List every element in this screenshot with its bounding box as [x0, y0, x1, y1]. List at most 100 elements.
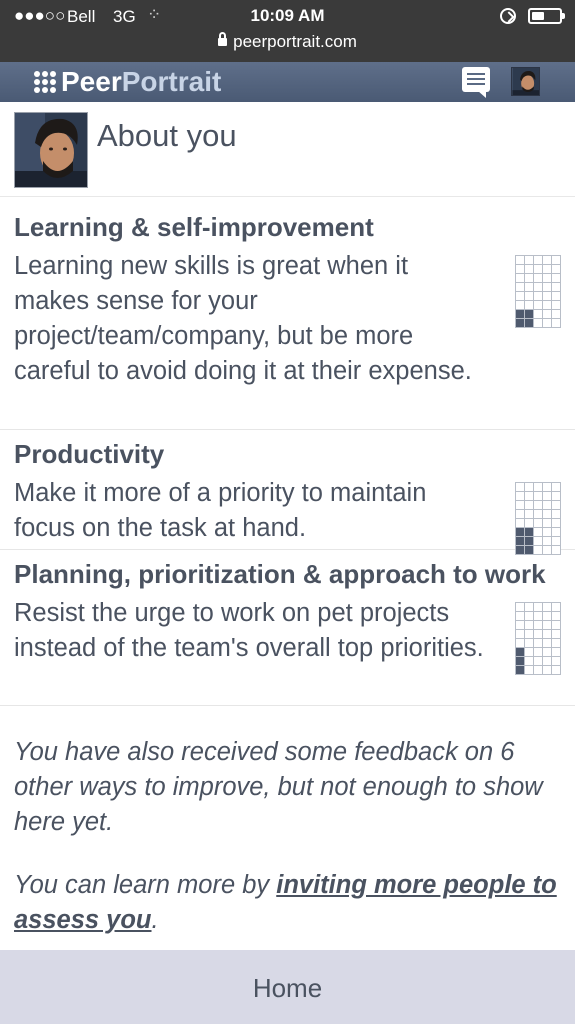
grid-cell — [525, 648, 533, 656]
learn-more-suffix: . — [151, 906, 159, 934]
grid-cell — [516, 666, 524, 674]
grid-cell — [552, 301, 560, 309]
improvement-title: Learning & self-improvement — [14, 212, 374, 242]
grid-cell — [516, 274, 524, 282]
grid-cell — [525, 612, 533, 620]
grid-cell — [534, 301, 542, 309]
improvement-item: Learning & self-improvement Learning new… — [0, 197, 575, 430]
brand-name: PeerPortrait — [61, 66, 221, 98]
battery-level — [532, 12, 544, 20]
grid-cell — [543, 519, 551, 527]
grid-cell — [525, 621, 533, 629]
grid-cell — [525, 292, 533, 300]
grid-cell — [516, 501, 524, 509]
bottom-nav: Home — [0, 950, 575, 1024]
grid-cell — [552, 283, 560, 291]
grid-cell — [534, 630, 542, 638]
grid-cell — [552, 639, 560, 647]
grid-cell — [543, 639, 551, 647]
app-header: PeerPortrait — [0, 62, 575, 102]
grid-cell — [525, 274, 533, 282]
address-bar[interactable]: peerportrait.com — [0, 32, 575, 52]
grid-cell — [525, 657, 533, 665]
grid-cell — [552, 630, 560, 638]
score-grid-icon — [515, 602, 561, 675]
brand-peer: Peer — [61, 66, 122, 97]
grid-cell — [525, 283, 533, 291]
grid-cell — [525, 319, 533, 327]
home-link[interactable]: Home — [0, 950, 575, 1024]
grid-cell — [525, 519, 533, 527]
messages-icon[interactable] — [462, 67, 490, 98]
grid-cell — [552, 501, 560, 509]
grid-cell — [552, 274, 560, 282]
grid-cell — [516, 301, 524, 309]
grid-cell — [552, 528, 560, 536]
grid-cell — [534, 621, 542, 629]
grid-cell — [516, 603, 524, 611]
grid-cell — [543, 657, 551, 665]
grid-cell — [543, 265, 551, 273]
grid-cell — [525, 301, 533, 309]
grid-cell — [534, 537, 542, 545]
grid-cell — [516, 519, 524, 527]
grid-cell — [552, 519, 560, 527]
logo-dots-icon — [34, 71, 56, 93]
brand-portrait: Portrait — [121, 66, 222, 97]
grid-cell — [516, 292, 524, 300]
grid-cell — [543, 630, 551, 638]
grid-cell — [543, 301, 551, 309]
grid-cell — [534, 639, 542, 647]
grid-cell — [543, 537, 551, 545]
grid-cell — [534, 501, 542, 509]
grid-cell — [552, 657, 560, 665]
learn-more-prefix: You can learn more by — [14, 871, 277, 899]
improvement-title: Productivity — [14, 439, 165, 469]
learn-more-note: You can learn more by inviting more peop… — [14, 868, 564, 938]
url-text: peerportrait.com — [233, 32, 357, 51]
grid-cell — [525, 256, 533, 264]
header-avatar[interactable] — [511, 67, 540, 96]
grid-cell — [525, 603, 533, 611]
grid-cell — [534, 519, 542, 527]
grid-cell — [534, 648, 542, 656]
profile-photo — [14, 112, 88, 188]
grid-cell — [525, 483, 533, 491]
grid-cell — [552, 492, 560, 500]
improvement-text: Make it more of a priority to maintain f… — [14, 479, 427, 542]
grid-cell — [543, 501, 551, 509]
about-header: About you — [0, 102, 575, 197]
grid-cell — [543, 621, 551, 629]
grid-cell — [516, 639, 524, 647]
grid-cell — [525, 501, 533, 509]
grid-cell — [552, 648, 560, 656]
grid-cell — [534, 612, 542, 620]
grid-cell — [552, 537, 560, 545]
grid-cell — [534, 483, 542, 491]
grid-cell — [534, 603, 542, 611]
grid-cell — [516, 283, 524, 291]
grid-cell — [543, 256, 551, 264]
grid-cell — [543, 666, 551, 674]
status-bar: ●●●○○ Bell 3G ⁘ 10:09 AM peerportrait.co… — [0, 0, 575, 62]
grid-cell — [516, 528, 524, 536]
grid-cell — [516, 310, 524, 318]
grid-cell — [552, 621, 560, 629]
grid-cell — [525, 666, 533, 674]
improvement-text: Learning new skills is great when it mak… — [14, 252, 472, 385]
grid-cell — [516, 510, 524, 518]
score-grid-icon — [515, 255, 561, 328]
grid-cell — [543, 528, 551, 536]
grid-cell — [543, 310, 551, 318]
grid-cell — [534, 510, 542, 518]
grid-cell — [543, 283, 551, 291]
grid-cell — [516, 483, 524, 491]
grid-cell — [534, 657, 542, 665]
feedback-note: You have also received some feedback on … — [14, 738, 543, 836]
grid-cell — [516, 319, 524, 327]
grid-cell — [543, 603, 551, 611]
peerportrait-logo[interactable]: PeerPortrait — [34, 66, 221, 98]
grid-cell — [534, 265, 542, 273]
grid-cell — [552, 319, 560, 327]
grid-cell — [552, 256, 560, 264]
